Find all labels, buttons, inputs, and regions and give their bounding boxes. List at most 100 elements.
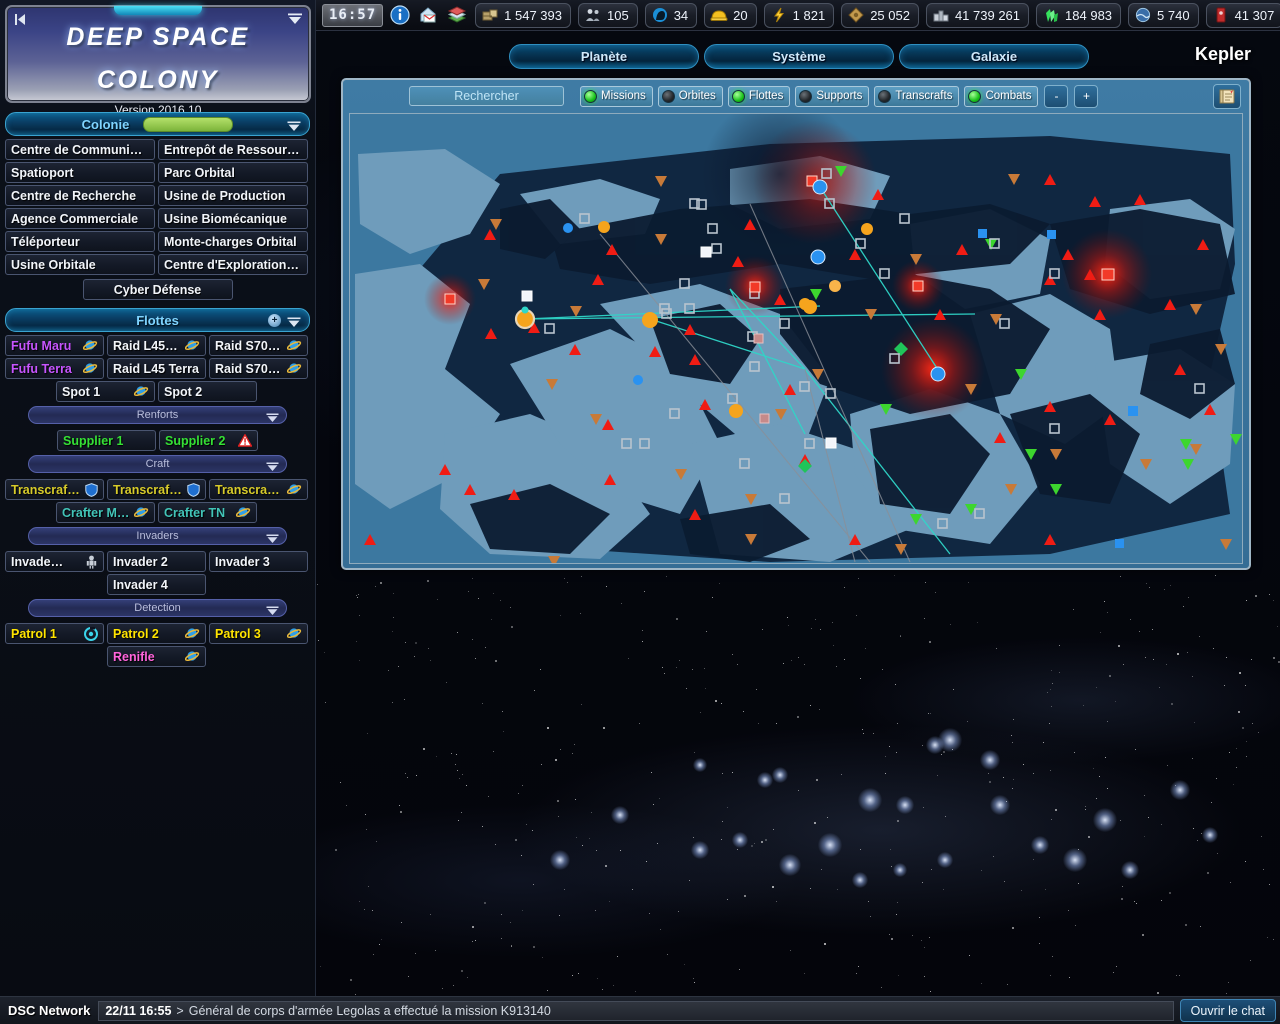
star — [493, 751, 494, 752]
star — [900, 636, 901, 637]
star — [376, 841, 377, 842]
sidebar-button[interactable]: Supplier 2 — [159, 430, 258, 451]
planet-icon-wrap — [130, 385, 149, 398]
planet-icon — [287, 483, 302, 496]
sidebar-button[interactable]: Transcraf… — [107, 479, 206, 500]
filter-supports[interactable]: Supports — [795, 86, 869, 107]
tab-systeme[interactable]: Système — [704, 44, 894, 69]
warning-icon-wrap — [234, 434, 252, 447]
craft-subsection-header[interactable]: Craft — [28, 455, 287, 473]
logo-collapse-icon[interactable] — [287, 12, 303, 24]
star — [727, 899, 728, 900]
star — [596, 850, 597, 851]
filter-flottes[interactable]: Flottes — [728, 86, 791, 107]
renforts-collapse-icon[interactable] — [266, 410, 279, 420]
invaders-collapse-icon[interactable] — [266, 531, 279, 541]
colonie-section-header[interactable]: Colonie — [5, 112, 310, 136]
star — [923, 807, 924, 808]
star — [1049, 723, 1050, 724]
sidebar-button[interactable]: Téléporteur — [5, 231, 155, 252]
sidebar-button[interactable]: Usine de Production — [158, 185, 308, 206]
sidebar-button[interactable]: Spot 1 — [56, 381, 155, 402]
renforts-subsection-header[interactable]: Renforts — [28, 406, 287, 424]
open-chat-button[interactable]: Ouvrir le chat — [1180, 999, 1276, 1022]
star — [969, 955, 970, 956]
sidebar-button[interactable]: Invade… — [5, 551, 104, 572]
sidebar-button[interactable]: Entrepôt de Ressources — [158, 139, 308, 160]
resource-crystal: 184 983 — [1036, 3, 1121, 28]
star — [495, 844, 496, 845]
sidebar-button[interactable]: Fufu Terra — [5, 358, 104, 379]
collapse-left-icon[interactable] — [14, 13, 27, 26]
filter-orbites[interactable]: Orbites — [658, 86, 723, 107]
mail-icon[interactable] — [417, 4, 439, 26]
search-input[interactable]: Rechercher — [409, 86, 564, 106]
star — [462, 774, 463, 775]
sidebar-button[interactable]: Invader 4 — [107, 574, 206, 595]
craft-collapse-icon[interactable] — [266, 459, 279, 469]
sidebar-button[interactable]: Centre de Recherche — [5, 185, 155, 206]
planet-icon — [236, 506, 251, 519]
filter-missions[interactable]: Missions — [580, 86, 653, 107]
status-message-box[interactable]: 22/11 16:55 > Général de corps d'armée L… — [98, 1001, 1173, 1021]
sidebar-button[interactable]: Usine Biomécanique — [158, 208, 308, 229]
info-icon[interactable] — [390, 4, 410, 26]
star — [833, 645, 834, 646]
sidebar-button[interactable]: Centre d'Exploration G… — [158, 254, 308, 275]
sidebar-button[interactable]: Raid L45 Terra — [107, 358, 206, 379]
sidebar-button[interactable]: Raid S700… — [209, 335, 308, 356]
star — [558, 816, 559, 817]
notebook-icon[interactable] — [1213, 84, 1241, 109]
flottes-collapse-icon[interactable] — [287, 315, 301, 326]
star — [1107, 612, 1108, 613]
sidebar-button[interactable]: Invader 2 — [107, 551, 206, 572]
sidebar-button[interactable]: Patrol 2 — [107, 623, 206, 644]
sidebar-button[interactable]: Monte-charges Orbital — [158, 231, 308, 252]
detection-subsection-header[interactable]: Detection — [28, 599, 287, 617]
tab-planete[interactable]: Planète — [509, 44, 699, 69]
sidebar-button[interactable]: Spot 2 — [158, 381, 257, 402]
filter-combats[interactable]: Combats — [964, 86, 1038, 107]
invaders-subsection-header[interactable]: Invaders — [28, 527, 287, 545]
flottes-section-header[interactable]: Flottes + — [5, 308, 310, 332]
star — [727, 807, 728, 808]
star — [559, 915, 560, 916]
sidebar-button[interactable]: Centre de Communic… — [5, 139, 155, 160]
zoom-out-button[interactable]: - — [1044, 85, 1068, 108]
sidebar-button[interactable]: Invader 3 — [209, 551, 308, 572]
planet-map-view[interactable] — [349, 113, 1243, 564]
sidebar-button[interactable]: Patrol 1 — [5, 623, 104, 644]
star — [1045, 889, 1046, 890]
filter-transcrafts[interactable]: Transcrafts — [874, 86, 959, 107]
star — [1277, 626, 1278, 627]
star — [981, 870, 982, 871]
resource-colonists: 34 — [645, 3, 697, 28]
add-fleet-icon[interactable]: + — [268, 314, 281, 327]
tab-galaxie[interactable]: Galaxie — [899, 44, 1089, 69]
zoom-in-button[interactable]: + — [1074, 85, 1098, 108]
sidebar-button[interactable]: Raid S700… — [209, 358, 308, 379]
layers-icon[interactable] — [446, 4, 468, 26]
sidebar-button[interactable]: Supplier 1 — [57, 430, 156, 451]
sidebar-button[interactable]: Agence Commerciale — [5, 208, 155, 229]
sidebar-button[interactable]: Crafter M… — [56, 502, 155, 523]
star — [897, 723, 898, 724]
sidebar-button[interactable]: Spatioport — [5, 162, 155, 183]
sidebar-button[interactable]: Parc Orbital — [158, 162, 308, 183]
sidebar-button[interactable]: Renifle — [107, 646, 206, 667]
sidebar-button[interactable]: Cyber Défense — [83, 279, 233, 300]
sidebar-button[interactable]: Crafter TN — [158, 502, 257, 523]
colonie-collapse-icon[interactable] — [287, 119, 301, 130]
star — [632, 889, 633, 890]
sidebar-button[interactable]: Raid L45 … — [107, 335, 206, 356]
sidebar-button[interactable]: Patrol 3 — [209, 623, 308, 644]
sidebar-button[interactable]: Fufu Maru — [5, 335, 104, 356]
star — [572, 975, 573, 976]
sidebar-button[interactable]: Transcraf… — [209, 479, 308, 500]
sidebar-button[interactable]: Usine Orbitale — [5, 254, 155, 275]
detection-collapse-icon[interactable] — [266, 603, 279, 613]
star — [1269, 594, 1270, 595]
resource-value: 184 983 — [1065, 8, 1112, 23]
star — [1096, 798, 1097, 799]
sidebar-button[interactable]: Transcraf… — [5, 479, 104, 500]
